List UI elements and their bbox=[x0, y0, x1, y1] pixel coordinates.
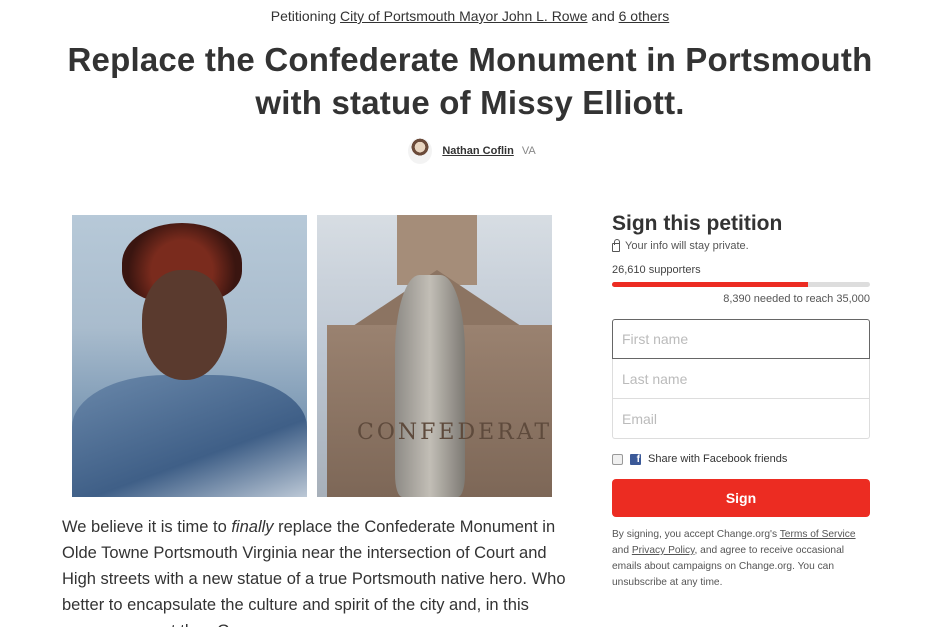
photo-face bbox=[142, 270, 227, 380]
soldier-statue bbox=[395, 275, 465, 497]
sign-panel: Sign this petition Your info will stay p… bbox=[612, 212, 870, 591]
confederate-monument-photo: CONFEDERATE bbox=[317, 215, 552, 497]
author-name-link[interactable]: Nathan Coflin bbox=[442, 145, 514, 157]
title-line-2: with statue of Missy Elliott. bbox=[255, 84, 685, 121]
missy-elliott-photo bbox=[72, 215, 307, 497]
petitioning-prefix: Petitioning bbox=[270, 8, 337, 24]
facebook-icon: f bbox=[630, 453, 641, 465]
petition-title: Replace the Confederate Monument in Port… bbox=[40, 38, 900, 124]
title-line-1: Replace the Confederate Monument in Port… bbox=[67, 41, 873, 78]
progress-fill bbox=[612, 282, 809, 287]
last-name-field[interactable] bbox=[612, 359, 870, 399]
petition-media: CONFEDERATE bbox=[72, 215, 552, 497]
goal-text: 8,390 needed to reach 35,000 bbox=[723, 293, 870, 305]
first-name-field[interactable] bbox=[612, 319, 870, 359]
avatar[interactable] bbox=[408, 138, 433, 164]
legal-prefix: By signing, you accept Change.org's bbox=[612, 529, 778, 540]
description-text-a: We believe it is time to bbox=[62, 518, 232, 536]
monument-carving: CONFEDERATE bbox=[357, 420, 552, 445]
privacy-policy-link[interactable]: Privacy Policy bbox=[632, 545, 695, 556]
privacy-note-text: Your info will stay private. bbox=[625, 240, 749, 252]
legal-and: and bbox=[612, 545, 629, 556]
progress-bar bbox=[612, 282, 870, 287]
privacy-note: Your info will stay private. bbox=[612, 238, 870, 252]
email-field[interactable] bbox=[612, 399, 870, 439]
share-facebook-row: f Share with Facebook friends bbox=[612, 453, 870, 465]
sign-heading: Sign this petition bbox=[612, 212, 783, 235]
terms-link[interactable]: Terms of Service bbox=[780, 529, 856, 540]
description-emphasis: finally bbox=[231, 518, 274, 536]
author-row: Nathan Coflin VA bbox=[0, 138, 940, 164]
author-location: VA bbox=[521, 145, 536, 157]
legal-disclaimer: By signing, you accept Change.org's Term… bbox=[612, 527, 870, 591]
and-text: and bbox=[591, 8, 615, 24]
lock-icon bbox=[612, 238, 620, 252]
sign-button[interactable]: Sign bbox=[612, 479, 870, 517]
petition-description: We believe it is time to finally replace… bbox=[62, 514, 570, 627]
photo-jacket bbox=[72, 375, 307, 497]
petition-targets: Petitioning City of Portsmouth Mayor Joh… bbox=[0, 8, 940, 24]
target-link[interactable]: City of Portsmouth Mayor John L. Rowe bbox=[340, 8, 587, 24]
share-facebook-checkbox[interactable] bbox=[612, 453, 623, 465]
share-facebook-label[interactable]: Share with Facebook friends bbox=[648, 453, 787, 465]
supporters-count: 26,610 supporters bbox=[612, 264, 701, 276]
others-link[interactable]: 6 others bbox=[619, 8, 670, 24]
